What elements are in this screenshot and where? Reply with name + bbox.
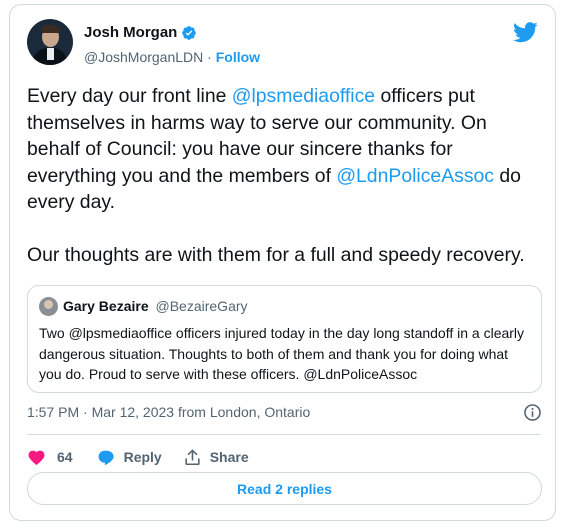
author-handle-row: @JoshMorganLDN · Follow <box>84 49 260 65</box>
reply-bubble-icon <box>98 450 114 465</box>
share-label: Share <box>209 449 249 465</box>
heart-icon <box>28 450 45 465</box>
quoted-author-row: Gary Bezaire @BezaireGary <box>63 298 248 314</box>
like-button[interactable]: 64 <box>27 448 73 467</box>
follow-button[interactable]: Follow <box>216 49 260 65</box>
tweet-timestamp[interactable]: 1:57 PM · Mar 12, 2023 from London, Onta… <box>27 404 310 420</box>
verified-badge-icon <box>182 25 197 40</box>
author-display-name[interactable]: Josh Morgan <box>84 24 177 41</box>
tweet-card: Josh Morgan @JoshMorganLDN · Follow Ever… <box>9 4 556 521</box>
action-bar: 64 Reply Share <box>27 445 249 469</box>
share-button[interactable]: Share <box>183 448 249 467</box>
twitter-bird-icon[interactable] <box>513 22 538 43</box>
tweet-text: Every day our front line @lpsmediaoffice… <box>27 83 542 269</box>
read-replies-button[interactable]: Read 2 replies <box>27 472 542 505</box>
mention-link-lpsmediaoffice[interactable]: @lpsmediaoffice <box>232 85 375 107</box>
quoted-tweet[interactable]: Gary Bezaire @BezaireGary Two @lpsmediao… <box>27 285 542 393</box>
info-icon[interactable] <box>523 403 542 422</box>
quoted-author-name: Gary Bezaire <box>63 298 149 314</box>
divider <box>27 434 540 435</box>
separator-dot: · <box>207 49 212 65</box>
author-avatar[interactable] <box>27 19 73 65</box>
tweet-text-segment: Every day our front line <box>27 85 232 107</box>
like-count: 64 <box>57 449 73 465</box>
reply-label: Reply <box>123 449 162 465</box>
reply-button[interactable]: Reply <box>97 448 162 467</box>
quoted-author-avatar <box>39 297 58 316</box>
author-name-row: Josh Morgan <box>84 24 197 41</box>
author-handle[interactable]: @JoshMorganLDN <box>84 49 203 65</box>
tweet-meta-row: 1:57 PM · Mar 12, 2023 from London, Onta… <box>27 403 542 422</box>
mention-link-ldnpoliceassoc[interactable]: @LdnPoliceAssoc <box>336 165 494 187</box>
quoted-author-handle: @BezaireGary <box>155 298 248 314</box>
share-icon <box>185 449 200 465</box>
quoted-tweet-text: Two @lpsmediaoffice officers injured tod… <box>39 325 525 382</box>
